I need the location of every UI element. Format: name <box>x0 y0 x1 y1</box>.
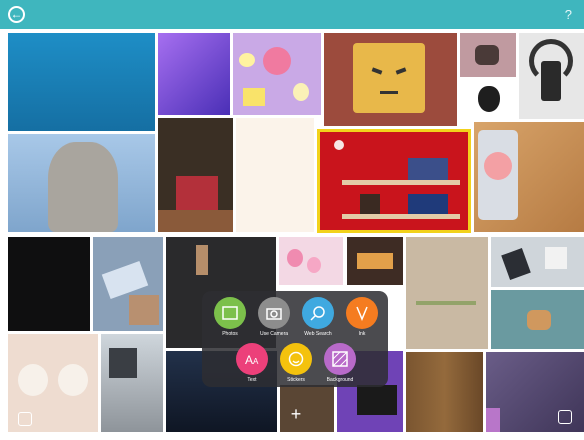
menu-label: Text <box>247 377 257 383</box>
add-content-menu: Photos Use Camera Web Search Ink AA Text… <box>202 291 388 387</box>
menu-item-use-camera[interactable]: Use Camera <box>254 297 294 337</box>
help-button[interactable]: ? <box>565 7 572 22</box>
menu-item-ink[interactable]: Ink <box>342 297 382 337</box>
photo-icon <box>214 297 246 329</box>
text-icon: AA <box>236 343 268 375</box>
menu-item-text[interactable]: AA Text <box>232 343 272 383</box>
menu-item-stickers[interactable]: Stickers <box>276 343 316 383</box>
collage-tile-desk-devices[interactable] <box>491 237 584 287</box>
svg-text:A: A <box>253 357 259 366</box>
collage-tile-dark-room[interactable] <box>8 237 90 331</box>
collage-tile-statue[interactable] <box>8 134 155 232</box>
grid-layout-icon[interactable] <box>18 412 32 426</box>
collage-tile-phone-teal[interactable] <box>491 290 584 349</box>
search-icon <box>302 297 334 329</box>
smiley-icon <box>280 343 312 375</box>
menu-item-photos[interactable]: Photos <box>210 297 250 337</box>
collage-tile-candy[interactable] <box>233 33 321 115</box>
add-button[interactable]: + <box>287 405 305 423</box>
camera-icon <box>258 297 290 329</box>
back-arrow-circle-icon[interactable]: ← <box>8 6 25 23</box>
menu-label: Background <box>326 377 354 383</box>
collage-tile-wood-planks[interactable] <box>406 352 483 432</box>
menu-item-web-search[interactable]: Web Search <box>298 297 338 337</box>
menu-label: Stickers <box>287 377 305 383</box>
share-icon[interactable] <box>558 410 572 424</box>
svg-text:A: A <box>245 353 253 366</box>
menu-label: Web Search <box>304 331 332 337</box>
collage-tile-angry-cracker[interactable] <box>324 33 457 126</box>
collage-tile-apple-logo[interactable] <box>460 80 516 120</box>
collage-tile-hands-papers[interactable] <box>93 237 163 331</box>
collage-tile-blank-cream[interactable] <box>236 118 314 232</box>
menu-label: Ink <box>358 331 366 337</box>
collage-tile-street[interactable] <box>101 334 163 432</box>
collage-tile-pink-balloons[interactable] <box>279 237 343 285</box>
collage-tile-phone-wood[interactable] <box>474 122 584 232</box>
collage-tile-night-cafe[interactable] <box>347 237 403 285</box>
menu-label: Photos <box>222 331 238 337</box>
collage-tile-painted-person[interactable] <box>158 118 233 232</box>
menu-label: Use Camera <box>259 331 289 337</box>
ink-pen-icon <box>346 297 378 329</box>
collage-tile-wall-plant[interactable] <box>406 237 488 349</box>
collage-tile-blue-sky[interactable] <box>8 33 155 131</box>
top-bar: ← ? <box>0 0 584 29</box>
collage-tile-selected-shelf[interactable] <box>317 129 471 233</box>
collage-tile-purple-gradient[interactable] <box>158 33 230 115</box>
menu-item-background[interactable]: Background <box>320 343 360 383</box>
collage-tile-phone-pink[interactable] <box>460 33 516 77</box>
collage-tile-headphones[interactable] <box>519 33 584 119</box>
pattern-icon <box>324 343 356 375</box>
